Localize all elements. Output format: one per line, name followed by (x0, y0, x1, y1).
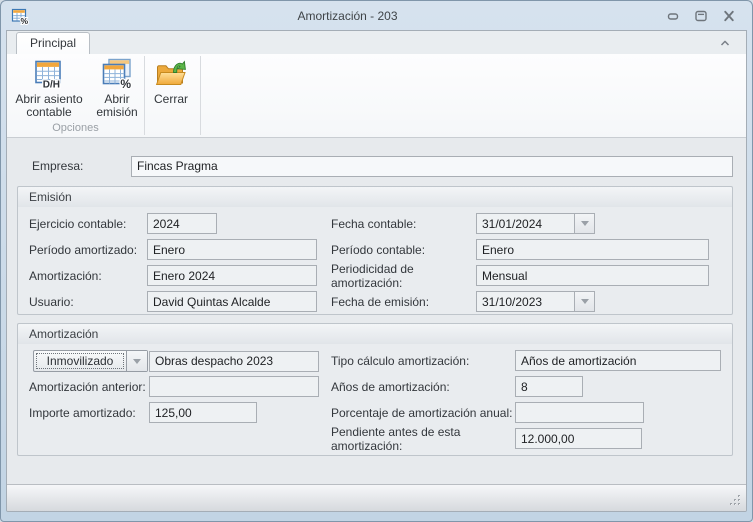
ribbon-group-cerrar: Cerrar (145, 54, 200, 137)
titlebar: % Amortización - 203 (6, 1, 747, 30)
status-bar (7, 484, 746, 511)
tipo-calculo-label: Tipo cálculo amortización: (331, 354, 515, 368)
groupbox-emision: Emisión Ejercicio contable: Período amor… (17, 186, 733, 315)
button-label: contable (26, 106, 71, 119)
periodo-contable-label: Período contable: (331, 243, 476, 257)
amortizacion-anterior-label: Amortización anterior: (29, 380, 149, 394)
inmovilizado-button-label: Inmovilizado (34, 351, 126, 371)
periodo-contable-field[interactable] (476, 239, 709, 260)
abrir-asiento-contable-button[interactable]: D/H Abrir asiento contable (7, 56, 91, 119)
button-label: Cerrar (154, 93, 188, 106)
usuario-field[interactable] (147, 291, 317, 312)
empresa-field[interactable] (131, 156, 733, 177)
close-icon[interactable] (721, 9, 737, 23)
periodicidad-label: Periodicidad de amortización: (331, 262, 476, 290)
groupbox-amortizacion: Amortización Inmovilizado Amortización a… (17, 323, 733, 456)
client-area: Principal D/H (6, 30, 747, 512)
amortizacion-window: % Amortización - 203 Princi (0, 0, 753, 522)
resize-grip-icon[interactable] (728, 493, 742, 507)
anios-amortizacion-field[interactable] (515, 376, 583, 397)
importe-amortizado-field[interactable] (149, 402, 257, 423)
fecha-emision-label: Fecha de emisión: (331, 295, 476, 309)
inmovilizado-field[interactable] (149, 351, 319, 372)
app-table-percent-icon: % (10, 6, 30, 26)
ribbon: D/H Abrir asiento contable (7, 54, 746, 138)
ejercicio-contable-field[interactable] (147, 213, 217, 234)
svg-text:%: % (20, 16, 28, 25)
periodo-amortizado-field[interactable] (147, 239, 317, 260)
ledger-table-dh-icon: D/H (32, 57, 66, 93)
importe-amortizado-label: Importe amortizado: (29, 406, 149, 420)
cerrar-button[interactable]: Cerrar (145, 56, 197, 106)
usuario-label: Usuario: (29, 295, 147, 309)
empresa-label: Empresa: (32, 159, 131, 173)
periodo-amortizado-label: Período amortizado: (29, 243, 147, 257)
tab-principal[interactable]: Principal (16, 32, 90, 54)
form-area: Empresa: Emisión Ejercicio contable: Per… (7, 138, 746, 484)
tipo-calculo-field[interactable] (515, 350, 721, 371)
porcentaje-anual-label: Porcentaje de amortización anual: (331, 406, 515, 420)
fecha-contable-label: Fecha contable: (331, 217, 476, 231)
groupbox-title: Amortización (18, 324, 732, 344)
chevron-down-icon[interactable] (574, 291, 595, 312)
chevron-down-icon[interactable] (574, 213, 595, 234)
fecha-contable-field[interactable] (476, 213, 574, 234)
window-controls (665, 9, 743, 23)
window-title: Amortización - 203 (30, 9, 665, 23)
abrir-emision-button[interactable]: % Abrir emisión (91, 56, 143, 119)
svg-text:D/H: D/H (43, 80, 60, 91)
groupbox-title: Emisión (18, 187, 732, 207)
porcentaje-anual-field[interactable] (515, 402, 644, 423)
minimize-icon[interactable] (665, 9, 681, 23)
ribbon-group-caption: Opciones (7, 122, 144, 137)
amortizacion-anterior-field[interactable] (149, 376, 319, 397)
fecha-emision-combo (476, 291, 595, 312)
svg-text:%: % (120, 77, 131, 91)
fecha-contable-combo (476, 213, 595, 234)
button-label: emisión (96, 106, 137, 119)
chevron-down-icon[interactable] (126, 351, 147, 371)
periodicidad-field[interactable] (476, 265, 709, 286)
chevron-up-icon[interactable] (716, 35, 734, 51)
tables-percent-icon: % (100, 57, 134, 93)
fecha-emision-field[interactable] (476, 291, 574, 312)
ribbon-group-opciones: D/H Abrir asiento contable (7, 54, 144, 137)
pendiente-field[interactable] (515, 428, 642, 449)
inmovilizado-split-button[interactable]: Inmovilizado (33, 350, 148, 372)
ribbon-tab-strip: Principal (7, 31, 746, 54)
open-folder-arrow-icon (154, 57, 188, 93)
pendiente-label: Pendiente antes de esta amortización: (331, 425, 515, 453)
ribbon-separator (200, 56, 201, 135)
amortizacion-field[interactable] (147, 265, 317, 286)
amortizacion-label: Amortización: (29, 269, 147, 283)
anios-amortizacion-label: Años de amortización: (331, 380, 515, 394)
restore-icon[interactable] (693, 9, 709, 23)
ejercicio-contable-label: Ejercicio contable: (29, 217, 147, 231)
